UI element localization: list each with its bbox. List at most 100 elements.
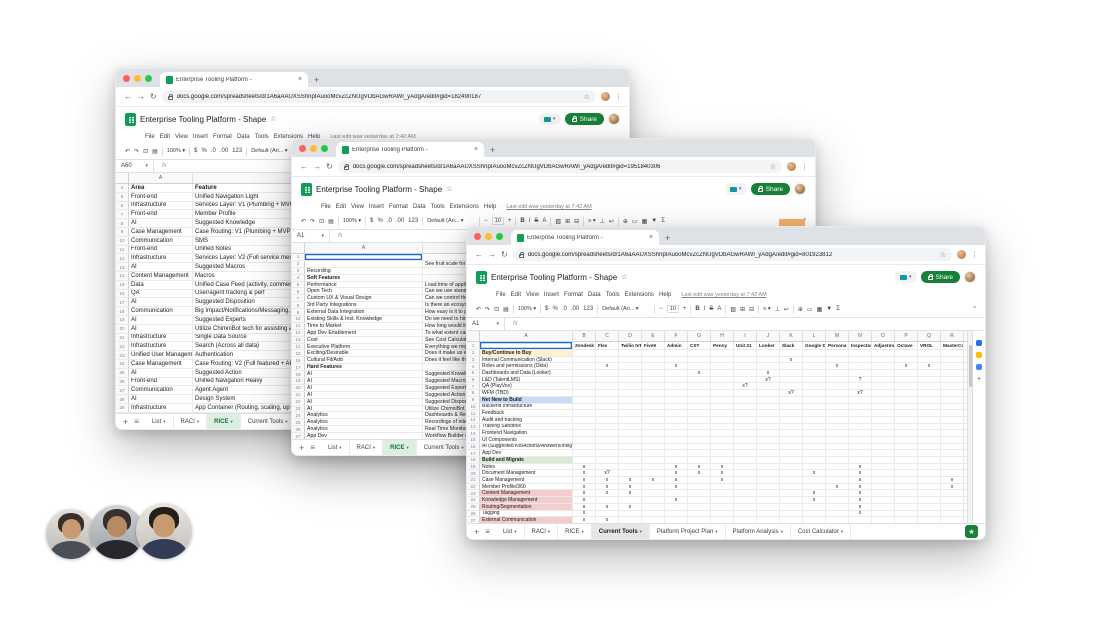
- row-number[interactable]: 17: [116, 298, 129, 306]
- increase-decimal-icon[interactable]: .00: [571, 306, 579, 312]
- row-label-cell[interactable]: WFM (TBD): [480, 390, 573, 396]
- column-header-M[interactable]: M: [826, 331, 849, 341]
- cell[interactable]: [780, 417, 803, 423]
- cell[interactable]: [941, 363, 964, 369]
- row-label-cell[interactable]: Dashboards and Data (Looker): [480, 370, 573, 376]
- cell[interactable]: [642, 404, 665, 410]
- cell[interactable]: [826, 457, 849, 463]
- calendar-icon[interactable]: [976, 340, 982, 346]
- cell[interactable]: [734, 504, 757, 510]
- cell[interactable]: [573, 357, 596, 363]
- cell[interactable]: [711, 363, 734, 369]
- row-label-cell[interactable]: Build and Migrate: [480, 457, 573, 463]
- cell[interactable]: [688, 484, 711, 490]
- forward-icon[interactable]: →: [137, 92, 145, 101]
- menu-file[interactable]: File: [321, 204, 331, 210]
- cell[interactable]: [573, 410, 596, 416]
- row-number[interactable]: 6: [292, 288, 305, 294]
- cell[interactable]: x: [688, 470, 711, 476]
- row-number[interactable]: 17: [292, 364, 305, 370]
- cell[interactable]: [803, 511, 826, 517]
- browser-profile-avatar[interactable]: [957, 250, 966, 259]
- cell[interactable]: [780, 437, 803, 443]
- new-tab-button[interactable]: +: [314, 75, 319, 85]
- cell[interactable]: [596, 430, 619, 436]
- reload-icon[interactable]: ↻: [501, 250, 508, 259]
- cell[interactable]: [734, 457, 757, 463]
- cell[interactable]: x: [849, 490, 872, 496]
- menu-extensions[interactable]: Extensions: [450, 204, 479, 210]
- cell[interactable]: [803, 504, 826, 510]
- cell[interactable]: [803, 390, 826, 396]
- cell[interactable]: x: [665, 484, 688, 490]
- cell[interactable]: [826, 490, 849, 496]
- decrease-decimal-icon[interactable]: .0: [387, 218, 392, 224]
- cell[interactable]: [642, 457, 665, 463]
- cell[interactable]: [757, 477, 780, 483]
- sheet-tab-current-tools[interactable]: Current Tools▾: [241, 414, 296, 429]
- caret-down-icon[interactable]: ▾: [163, 419, 165, 425]
- cell[interactable]: [780, 457, 803, 463]
- cell[interactable]: [780, 363, 803, 369]
- cell[interactable]: [619, 397, 642, 403]
- cell[interactable]: [895, 404, 918, 410]
- row-label-cell[interactable]: AI (Suggested KB/Actions/Answers/Insight…: [480, 444, 573, 450]
- cell[interactable]: [665, 410, 688, 416]
- cell[interactable]: x: [573, 504, 596, 510]
- cell[interactable]: Unified User Management: [129, 351, 193, 359]
- cell[interactable]: [573, 377, 596, 383]
- cell[interactable]: [849, 417, 872, 423]
- sheet-tab-rice[interactable]: RICE▾: [383, 440, 417, 455]
- cell[interactable]: [734, 430, 757, 436]
- insert-link-icon[interactable]: ⊕: [798, 306, 803, 313]
- row-number[interactable]: 21: [292, 392, 305, 398]
- row-label-cell[interactable]: Audit and tracking: [480, 417, 573, 423]
- cell[interactable]: [941, 430, 964, 436]
- column-header-C[interactable]: C: [596, 331, 619, 341]
- sheet-tab-rice[interactable]: RICE▾: [558, 524, 592, 539]
- cell[interactable]: [872, 477, 895, 483]
- browser-tab[interactable]: Enterprise Tooling Platform - ×: [336, 142, 484, 157]
- cell[interactable]: x?: [757, 377, 780, 383]
- cell[interactable]: [757, 470, 780, 476]
- row-number[interactable]: 22: [292, 399, 305, 405]
- minimize-window-button[interactable]: [134, 75, 141, 82]
- cell[interactable]: [734, 470, 757, 476]
- cell[interactable]: [918, 424, 941, 430]
- row-number[interactable]: 14: [116, 272, 129, 280]
- cell[interactable]: [872, 457, 895, 463]
- cell[interactable]: x: [780, 357, 803, 363]
- caret-down-icon[interactable]: ▾: [231, 419, 233, 425]
- cell[interactable]: [849, 370, 872, 376]
- column-header-L[interactable]: L: [803, 331, 826, 341]
- font-size-value[interactable]: 10: [667, 305, 679, 313]
- cell[interactable]: [872, 470, 895, 476]
- cell[interactable]: [780, 350, 803, 356]
- horizontal-align-icon[interactable]: ≡ ▾: [763, 306, 771, 312]
- cell[interactable]: x: [573, 511, 596, 517]
- row-number[interactable]: 26: [116, 378, 129, 386]
- tool-column-header[interactable]: Flex: [596, 342, 619, 349]
- row-number[interactable]: 4: [116, 184, 129, 192]
- cell[interactable]: [734, 497, 757, 503]
- cell[interactable]: [918, 470, 941, 476]
- vertical-align-icon[interactable]: ⊥: [775, 306, 780, 313]
- cell[interactable]: [596, 404, 619, 410]
- menu-format[interactable]: Format: [389, 204, 408, 210]
- cell[interactable]: [918, 397, 941, 403]
- horizontal-align-icon[interactable]: ≡ ▾: [588, 218, 596, 224]
- cell[interactable]: [918, 504, 941, 510]
- cell[interactable]: [665, 397, 688, 403]
- last-edit-link[interactable]: Last edit was yesterday at 7:42 AM: [681, 292, 766, 298]
- cell[interactable]: [826, 370, 849, 376]
- font-size-value[interactable]: 10: [492, 217, 504, 225]
- cell[interactable]: [642, 497, 665, 503]
- cell[interactable]: [780, 511, 803, 517]
- cell[interactable]: Content Management: [129, 272, 193, 280]
- cell[interactable]: [895, 464, 918, 470]
- menu-insert[interactable]: Insert: [369, 204, 384, 210]
- cell[interactable]: x: [941, 477, 964, 483]
- cell[interactable]: ?: [849, 377, 872, 383]
- cell[interactable]: [688, 437, 711, 443]
- close-window-button[interactable]: [474, 233, 481, 240]
